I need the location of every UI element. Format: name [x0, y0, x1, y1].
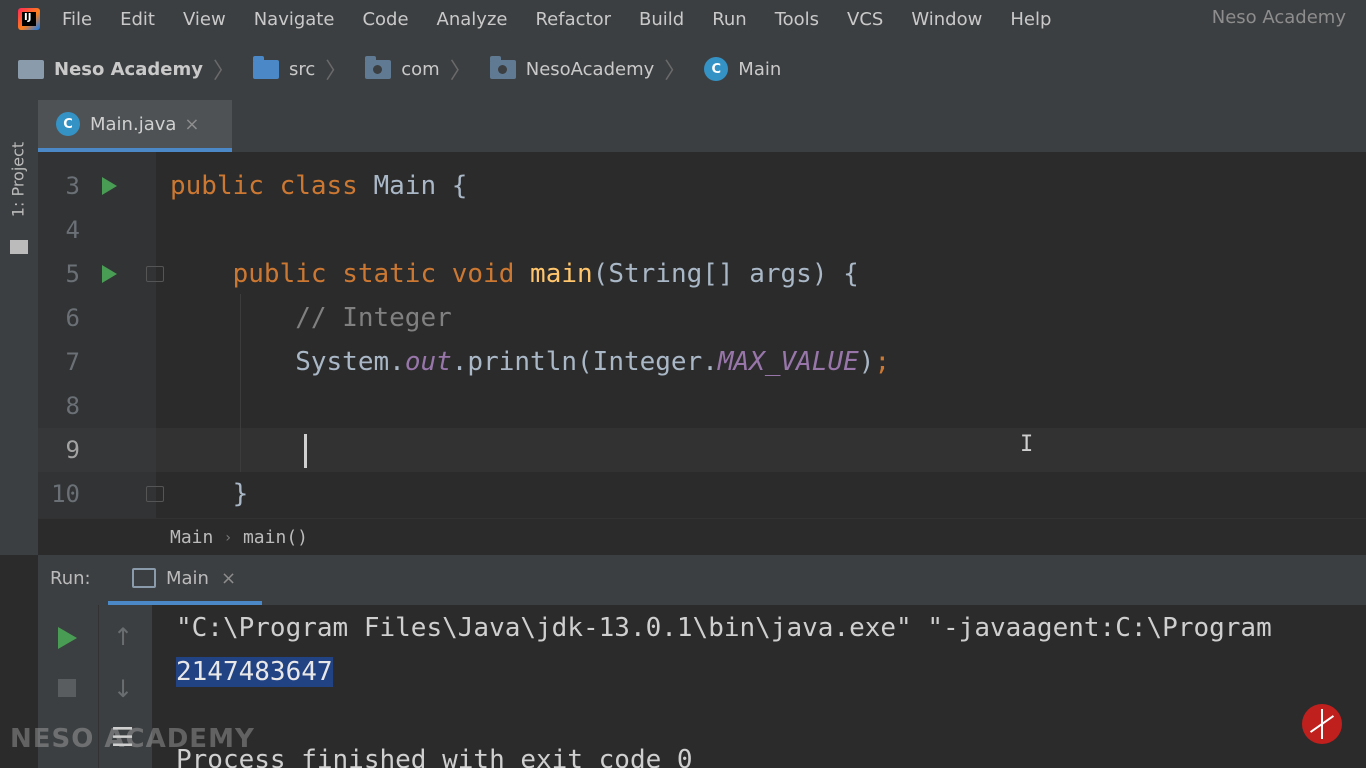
code-line: 10 }	[38, 472, 1366, 516]
nav-crumb-package-label: NesoAcademy	[525, 58, 655, 80]
code-text: public static void main(String[] args) {	[232, 259, 859, 289]
console-icon	[132, 568, 156, 588]
nav-crumb-class-label: Main	[738, 58, 782, 80]
chevron-right-icon: 〉	[212, 59, 235, 84]
run-panel-label: Run:	[50, 568, 91, 589]
close-icon[interactable]: ×	[221, 568, 236, 589]
code-line: 4	[38, 208, 1366, 252]
run-tab-label: Main	[166, 567, 209, 589]
code-text: // Integer	[295, 303, 452, 333]
nav-crumb-src[interactable]: src 〉	[252, 53, 348, 85]
code-line: 6 // Integer	[38, 296, 1366, 340]
line-number: 5	[65, 260, 80, 288]
code-line: 7 System.out.println(Integer.MAX_VALUE);	[38, 340, 1366, 384]
chevron-right-icon: 〉	[325, 59, 348, 84]
window-project-title: Neso Academy	[1211, 7, 1346, 28]
java-class-icon: C	[704, 57, 729, 81]
folder-icon	[10, 240, 28, 254]
package-icon	[489, 55, 516, 79]
menu-view[interactable]: View	[183, 9, 226, 30]
intellij-logo-icon[interactable]: IJ	[18, 8, 40, 30]
stop-icon[interactable]	[58, 679, 76, 697]
menu-run[interactable]: Run	[712, 9, 747, 30]
project-folder-icon	[18, 59, 44, 79]
editor-breadcrumb: Main › main()	[38, 518, 1366, 556]
line-number: 6	[65, 304, 80, 332]
menu-code[interactable]: Code	[362, 9, 408, 30]
run-tab-main[interactable]: Main ×	[108, 555, 262, 605]
line-number: 3	[65, 172, 80, 200]
project-tab-label: 1: Project	[8, 141, 28, 218]
chevron-right-icon: 〉	[449, 59, 472, 84]
breadcrumb-separator: ›	[225, 529, 231, 546]
console-command-line: "C:\Program Files\Java\jdk-13.0.1\bin\ja…	[176, 613, 1272, 643]
neso-academy-logo-icon	[1302, 704, 1342, 744]
nav-crumb-project[interactable]: Neso Academy 〉	[18, 53, 235, 85]
breadcrumb-class[interactable]: Main	[170, 527, 213, 548]
menu-file[interactable]: File	[62, 9, 92, 30]
line-number: 8	[65, 392, 80, 420]
tab-label: Main.java	[90, 113, 177, 135]
nav-crumb-src-label: src	[288, 58, 316, 80]
nav-crumb-project-label: Neso Academy	[54, 58, 203, 80]
fold-marker-icon[interactable]	[146, 266, 164, 282]
source-folder-icon	[252, 55, 279, 79]
nav-crumb-com-label: com	[401, 58, 440, 80]
menu-refactor[interactable]: Refactor	[535, 9, 611, 30]
fold-marker-icon[interactable]	[146, 486, 164, 502]
menu-build[interactable]: Build	[639, 9, 684, 30]
console-output-area[interactable]: "C:\Program Files\Java\jdk-13.0.1\bin\ja…	[152, 605, 1366, 768]
line-number: 10	[51, 480, 80, 508]
menu-analyze[interactable]: Analyze	[437, 9, 508, 30]
menu-navigate[interactable]: Navigate	[254, 9, 335, 30]
line-number: 7	[65, 348, 80, 376]
run-class-gutter-icon[interactable]	[102, 177, 117, 195]
menu-tools[interactable]: Tools	[775, 9, 819, 30]
project-tool-window-tab[interactable]: 1: Project	[4, 118, 34, 258]
text-caret	[304, 434, 307, 468]
tab-main-java[interactable]: C Main.java ×	[38, 100, 232, 152]
code-line: 8	[38, 384, 1366, 428]
menu-edit[interactable]: Edit	[120, 9, 155, 30]
code-text: }	[170, 479, 249, 509]
mouse-ibeam-cursor-icon: I	[1020, 432, 1034, 457]
arrow-up-icon[interactable]: ↑	[113, 623, 133, 651]
line-number: 9	[65, 436, 80, 464]
editor-tab-bar: C Main.java ×	[38, 100, 1366, 152]
code-editor[interactable]: 3 public class Main { 4 5 public static …	[38, 152, 1366, 518]
menu-window[interactable]: Window	[911, 9, 982, 30]
nav-crumb-package[interactable]: NesoAcademy 〉	[489, 53, 687, 85]
breadcrumb-method[interactable]: main()	[243, 527, 308, 548]
menu-help[interactable]: Help	[1010, 9, 1051, 30]
package-icon	[365, 55, 392, 79]
rerun-icon[interactable]	[58, 627, 77, 649]
run-method-gutter-icon[interactable]	[102, 265, 117, 283]
code-text: System.out.println(Integer.MAX_VALUE);	[170, 347, 891, 377]
nav-crumb-com[interactable]: com 〉	[365, 53, 472, 85]
menu-vcs[interactable]: VCS	[847, 9, 883, 30]
navigation-bar: Neso Academy 〉 src 〉 com 〉 NesoAcademy 〉…	[0, 38, 1366, 101]
console-program-output: 2147483647	[176, 657, 333, 687]
nav-crumb-class[interactable]: C Main	[704, 57, 781, 81]
code-line: 3 public class Main {	[38, 164, 1366, 208]
run-panel-header: Run: Main ×	[38, 555, 1366, 605]
neso-academy-watermark: NESO ACADEMY	[10, 724, 255, 754]
java-class-icon: C	[56, 112, 80, 136]
menu-bar: IJ File Edit View Navigate Code Analyze …	[0, 0, 1366, 38]
arrow-down-icon[interactable]: ↓	[113, 675, 133, 703]
code-line: 5 public static void main(String[] args)…	[38, 252, 1366, 296]
code-text: public class Main {	[170, 171, 468, 201]
code-line-current: 9	[38, 428, 1366, 472]
chevron-right-icon: 〉	[664, 59, 687, 84]
close-icon[interactable]: ×	[184, 114, 199, 135]
line-number: 4	[65, 216, 80, 244]
